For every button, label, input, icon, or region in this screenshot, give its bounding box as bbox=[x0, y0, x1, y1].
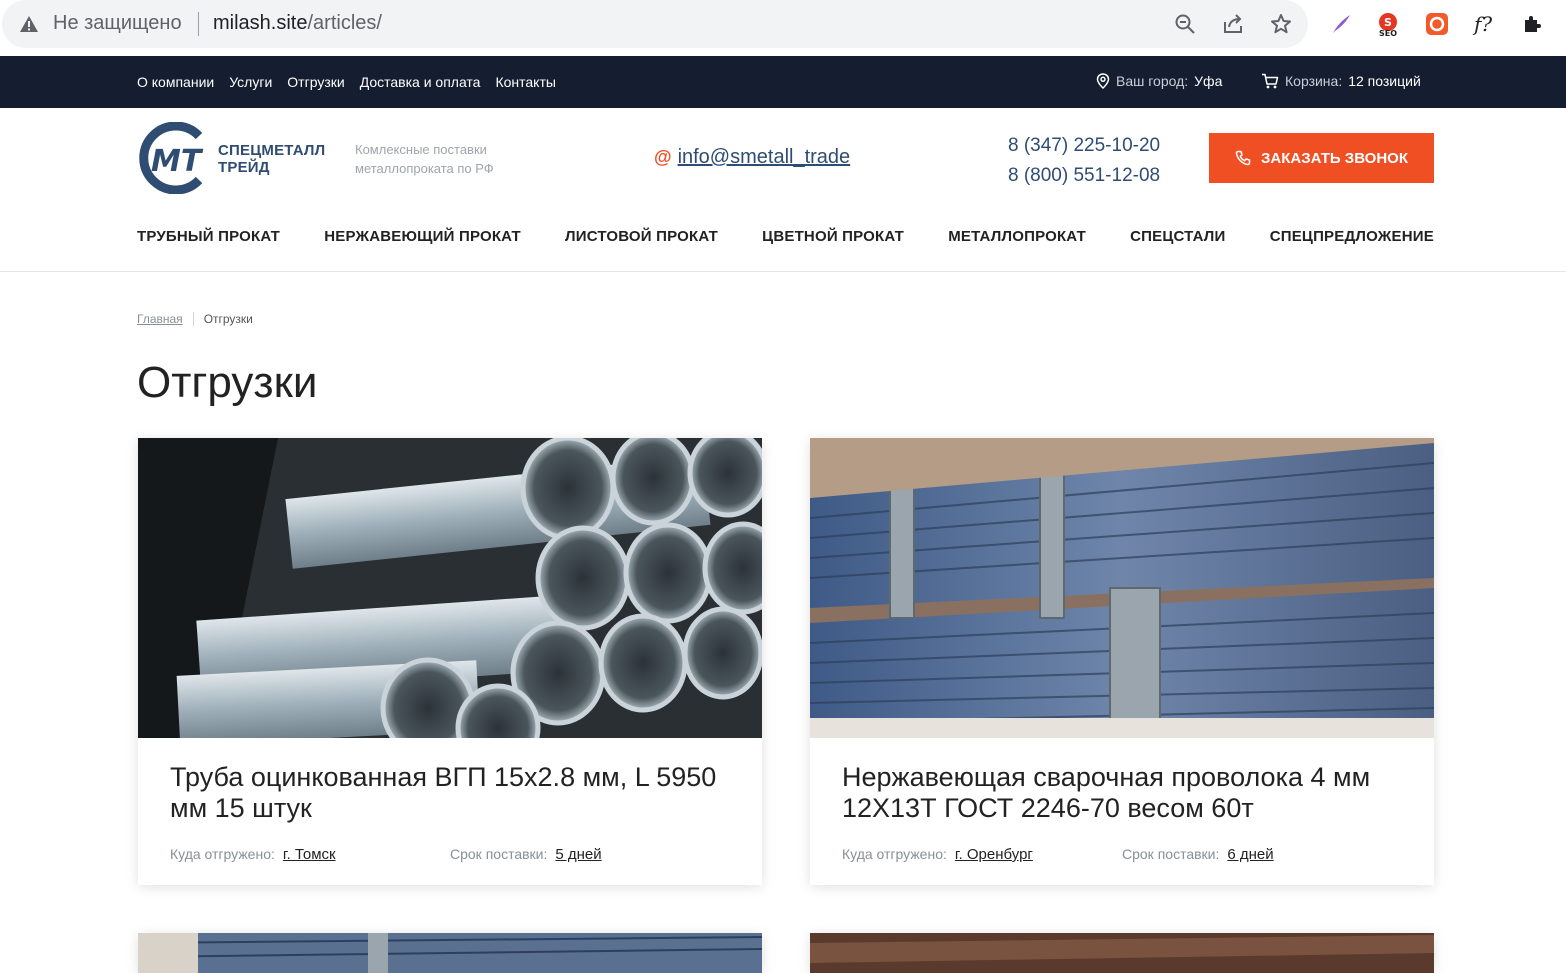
destination-label: Куда отгружено: bbox=[170, 846, 275, 862]
breadcrumb-separator bbox=[192, 312, 194, 326]
at-icon: @ bbox=[654, 147, 672, 167]
card-meta: Куда отгружено: г. Оренбург Срок поставк… bbox=[842, 846, 1402, 863]
phone-1[interactable]: 8 (347) 225-10-20 bbox=[1008, 131, 1160, 161]
card-image-partial bbox=[810, 933, 1434, 973]
destination-value[interactable]: г. Томск bbox=[283, 846, 336, 863]
tagline: Комлексные поставки металлопроката по РФ bbox=[355, 140, 494, 178]
phone-2[interactable]: 8 (800) 551-12-08 bbox=[1008, 161, 1160, 191]
destination-label: Куда отгружено: bbox=[842, 846, 947, 862]
breadcrumb: Главная Отгрузки bbox=[137, 312, 253, 326]
shipment-card-partial[interactable] bbox=[810, 933, 1434, 973]
top-nav-services[interactable]: Услуги bbox=[229, 74, 272, 90]
destination: Куда отгружено: г. Оренбург bbox=[842, 846, 1122, 863]
svg-text:SEO: SEO bbox=[1379, 29, 1397, 37]
svg-text:MT: MT bbox=[151, 144, 204, 179]
card-body: Труба оцинкованная ВГП 15x2.8 мм, L 5950… bbox=[138, 738, 762, 885]
card-image-pipes[interactable] bbox=[138, 438, 762, 738]
top-nav-contacts[interactable]: Контакты bbox=[495, 74, 555, 90]
card-meta: Куда отгружено: г. Томск Срок поставки: … bbox=[170, 846, 730, 863]
top-nav: О компании Услуги Отгрузки Доставка и оп… bbox=[137, 56, 556, 108]
bookmark-star-icon[interactable] bbox=[1269, 12, 1293, 36]
phones: 8 (347) 225-10-20 8 (800) 551-12-08 bbox=[1008, 131, 1160, 191]
delivery-term-value[interactable]: 5 дней bbox=[555, 846, 601, 863]
category-nonferrous[interactable]: ЦВЕТНОЙ ПРОКАТ bbox=[762, 228, 904, 245]
top-nav-shipments[interactable]: Отгрузки bbox=[287, 74, 344, 90]
category-special-offer[interactable]: СПЕЦПРЕДЛОЖЕНИЕ bbox=[1270, 228, 1434, 245]
shipment-card[interactable]: Труба оцинкованная ВГП 15x2.8 мм, L 5950… bbox=[138, 438, 762, 885]
location-pin-icon bbox=[1096, 73, 1110, 89]
cart-label: Корзина: bbox=[1285, 73, 1343, 89]
category-nav: ТРУБНЫЙ ПРОКАТ НЕРЖАВЕЮЩИЙ ПРОКАТ ЛИСТОВ… bbox=[137, 228, 1434, 245]
card-image-partial bbox=[138, 933, 762, 973]
address-bar[interactable]: Не защищено milash.site/articles/ bbox=[2, 0, 1308, 48]
card-image-wire[interactable] bbox=[810, 438, 1434, 738]
breadcrumb-home[interactable]: Главная bbox=[137, 312, 183, 326]
delivery-term-value[interactable]: 6 дней bbox=[1227, 846, 1273, 863]
category-stainless[interactable]: НЕРЖАВЕЮЩИЙ ПРОКАТ bbox=[324, 228, 521, 245]
warning-icon[interactable] bbox=[18, 13, 40, 35]
page-title: Отгрузки bbox=[137, 358, 318, 407]
card-title[interactable]: Нержавеющая сварочная проволока 4 мм 12Х… bbox=[842, 762, 1402, 824]
shipment-card[interactable]: Нержавеющая сварочная проволока 4 мм 12Х… bbox=[810, 438, 1434, 885]
shipment-card-partial[interactable] bbox=[138, 933, 762, 973]
share-icon[interactable] bbox=[1221, 12, 1245, 36]
security-status[interactable]: Не защищено bbox=[53, 12, 182, 35]
phone-icon bbox=[1235, 150, 1251, 166]
feather-extension-icon[interactable] bbox=[1328, 11, 1354, 37]
logo-line2: ТРЕЙД bbox=[218, 159, 270, 176]
seo-extension-icon[interactable]: S SEO bbox=[1375, 11, 1401, 37]
cart-link[interactable]: Корзина: 12 позиций bbox=[1261, 73, 1421, 89]
top-nav-about[interactable]: О компании bbox=[137, 74, 214, 90]
tagline-line1: Комлексные поставки bbox=[355, 142, 487, 157]
cart-value: 12 позиций bbox=[1348, 73, 1421, 89]
url-path: /articles/ bbox=[307, 12, 382, 34]
category-metal[interactable]: МЕТАЛЛОПРОКАТ bbox=[948, 228, 1086, 245]
order-call-button[interactable]: ЗАКАЗАТЬ ЗВОНОК bbox=[1209, 133, 1434, 183]
delivery-term-label: Срок поставки: bbox=[450, 846, 548, 862]
circle-extension-icon[interactable] bbox=[1424, 11, 1450, 37]
email-link[interactable]: info@smetall_trade bbox=[678, 146, 851, 169]
url-text[interactable]: milash.site/articles/ bbox=[213, 12, 382, 35]
category-sheet[interactable]: ЛИСТОВОЙ ПРОКАТ bbox=[565, 228, 718, 245]
delivery-term-label: Срок поставки: bbox=[1122, 846, 1220, 862]
extensions-puzzle-icon[interactable] bbox=[1520, 11, 1546, 37]
destination-value[interactable]: г. Оренбург bbox=[955, 846, 1033, 863]
tagline-line2: металлопроката по РФ bbox=[355, 161, 494, 176]
header-divider bbox=[0, 271, 1566, 272]
cart-icon bbox=[1262, 73, 1279, 89]
svg-text:f?: f? bbox=[1472, 12, 1492, 36]
svg-text:S: S bbox=[1384, 16, 1392, 29]
order-call-label: ЗАКАЗАТЬ ЗВОНОК bbox=[1261, 149, 1408, 167]
delivery-term: Срок поставки: 6 дней bbox=[1122, 846, 1274, 863]
city-label: Ваш город: bbox=[1116, 73, 1189, 89]
destination: Куда отгружено: г. Томск bbox=[170, 846, 450, 863]
zoom-icon[interactable] bbox=[1173, 12, 1197, 36]
delivery-term: Срок поставки: 5 дней bbox=[450, 846, 602, 863]
city-selector[interactable]: Ваш город: Уфа bbox=[1096, 73, 1222, 89]
url-host: milash.site bbox=[213, 12, 308, 34]
logo-text: СПЕЦМЕТАЛЛ ТРЕЙД bbox=[218, 142, 325, 176]
top-nav-delivery[interactable]: Доставка и оплата bbox=[360, 74, 481, 90]
font-finder-extension-icon[interactable]: f? bbox=[1472, 11, 1498, 37]
address-separator bbox=[198, 12, 199, 36]
top-bar: О компании Услуги Отгрузки Доставка и оп… bbox=[0, 56, 1566, 108]
category-special-steels[interactable]: СПЕЦСТАЛИ bbox=[1130, 228, 1225, 245]
city-value: Уфа bbox=[1194, 73, 1223, 89]
logo-line1: СПЕЦМЕТАЛЛ bbox=[218, 142, 326, 159]
category-pipe[interactable]: ТРУБНЫЙ ПРОКАТ bbox=[137, 228, 280, 245]
card-body: Нержавеющая сварочная проволока 4 мм 12Х… bbox=[810, 738, 1434, 885]
breadcrumb-current: Отгрузки bbox=[203, 312, 253, 326]
browser-chrome: Не защищено milash.site/articles/ S SEO … bbox=[0, 0, 1566, 56]
card-title[interactable]: Труба оцинкованная ВГП 15x2.8 мм, L 5950… bbox=[170, 762, 730, 824]
email-block: @ info@smetall_trade bbox=[654, 146, 850, 169]
